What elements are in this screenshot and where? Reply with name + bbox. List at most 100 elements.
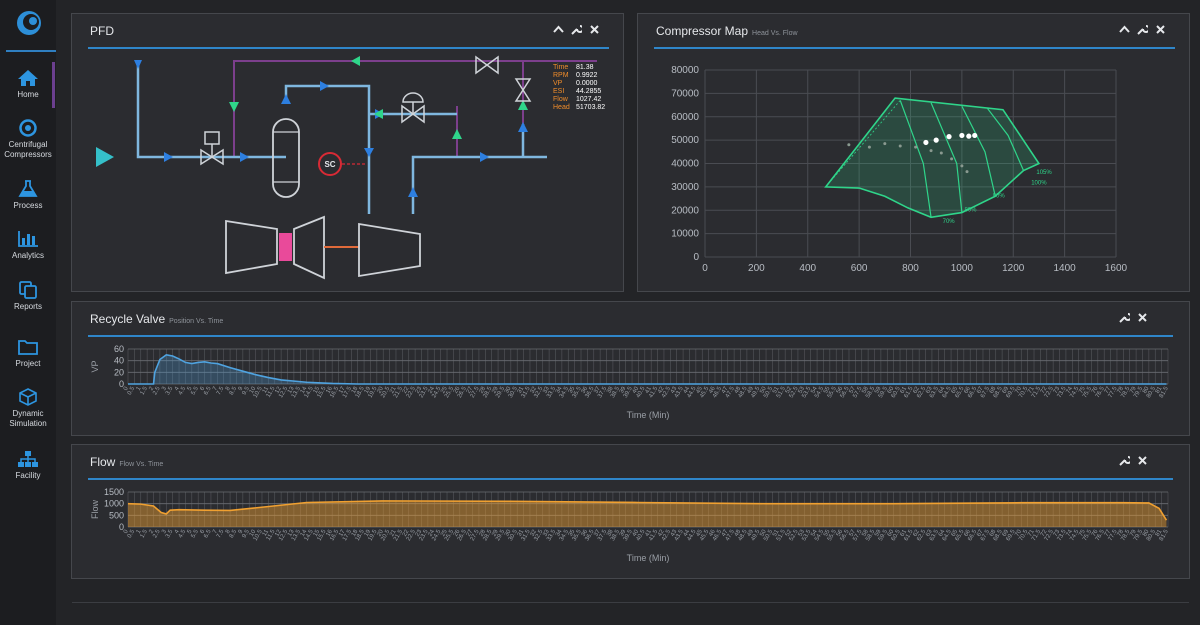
x-tick-label: 0 (702, 263, 708, 274)
x-tick-label: 400 (799, 263, 816, 274)
y-tick-label: 40000 (671, 159, 699, 170)
x-tick-label: 5.5 (191, 385, 201, 396)
readout-label: VP (553, 80, 563, 87)
recycle-arrow-icon (351, 56, 360, 66)
copy-icon (19, 281, 37, 299)
flow-panel: Flow Flow Vs. Time 0 500 1000 1500 0 0.5 1 1.5 2 2… (71, 444, 1190, 579)
inlet-valve-icon[interactable] (200, 131, 224, 166)
x-tick-label: 2.5 (152, 528, 162, 539)
speed-controller-label: SC (324, 160, 335, 169)
readout-label: ESI (553, 88, 564, 95)
y-tick-label: 10000 (671, 229, 699, 240)
flow-arrow-icon (281, 94, 291, 104)
x-tick-label: 0.5 (127, 528, 137, 539)
compressor-map-chart: 0 200 400 600 800 1000 1200 1400 1600 0 10000 20000… (671, 65, 1127, 274)
sidebar-item-project[interactable]: Project (0, 338, 56, 369)
x-tick-label: 7.5 (216, 528, 226, 539)
x-tick-label: 2.5 (152, 385, 162, 396)
y-tick-label: 500 (109, 510, 124, 520)
turbine-body[interactable] (225, 219, 278, 275)
trajectory-point (847, 143, 851, 147)
sidebar-item-reports[interactable]: Reports (0, 281, 56, 312)
sidebar-item-label: Project (15, 359, 41, 368)
sidebar-item-facility[interactable]: Facility (0, 450, 56, 481)
flow-arrow-icon (518, 122, 528, 132)
trajectory-point (960, 164, 964, 168)
sidebar: Home Centrifugal Compressors Process Ana… (0, 0, 56, 625)
sidebar-item-label: Home (17, 90, 39, 99)
readout-label: Time (553, 64, 568, 71)
trajectory-point (950, 157, 954, 161)
sidebar-item-label: Process (13, 201, 43, 210)
sidebar-divider (6, 50, 56, 52)
y-tick-label: 60000 (671, 112, 699, 123)
speed-line-label: 90% (993, 193, 1006, 199)
turbine-body[interactable] (293, 215, 325, 280)
readout-value: 81.38 (576, 64, 594, 71)
flow-arrow-icon (320, 81, 329, 91)
sidebar-item-home[interactable]: Home (0, 69, 56, 100)
sidebar-item-dynamic-simulation[interactable]: Dynamic Simulation (0, 388, 56, 429)
readout-label: Flow (553, 96, 569, 103)
readout-value: 0.9922 (576, 72, 598, 79)
readout-label: Head (553, 104, 570, 111)
flow-arrow-icon (480, 152, 489, 162)
flow-arrow-icon (364, 148, 374, 157)
trajectory-point (914, 145, 918, 149)
sidebar-item-analytics[interactable]: Analytics (0, 230, 56, 261)
series-line (128, 353, 1167, 385)
recycle-arrow-icon (452, 129, 462, 139)
target-icon (19, 119, 37, 137)
sidebar-item-centrifugal-compressors[interactable]: Centrifugal Compressors (0, 119, 56, 160)
x-tick-label: 3.5 (165, 528, 175, 539)
trajectory-point (965, 170, 969, 174)
y-tick-label: 1000 (104, 499, 124, 509)
compressor-map-panel: Compressor Map Head Vs. Flow 0 200 400 600 80… (637, 13, 1190, 292)
recycle-line (233, 60, 357, 157)
flow-arrow-icon (134, 60, 142, 69)
readout-value: 51703.82 (576, 104, 605, 111)
x-tick-label: 8.5 (229, 385, 239, 396)
speed-line-label: 100% (1031, 181, 1047, 187)
sidebar-item-process[interactable]: Process (0, 180, 56, 211)
hot-bypass-valve-icon[interactable] (475, 55, 499, 75)
app-logo[interactable] (16, 10, 42, 36)
x-tick-label: 1000 (951, 263, 974, 274)
readout-value: 44.2855 (576, 88, 601, 95)
operating-point (946, 134, 952, 140)
x-tick-label: 4.5 (178, 385, 188, 396)
trajectory-point (898, 144, 902, 148)
flask-icon (18, 180, 38, 197)
process-pipe (411, 155, 547, 214)
y-tick-label: 60 (114, 344, 124, 354)
pfd-panel: PFD SC Time 81.38 RPM 0.9922 VP 0.0000 E… (71, 13, 624, 292)
sidebar-item-label: Analytics (11, 251, 44, 260)
readout-label: RPM (553, 72, 569, 79)
sidebar-item-label: Reports (13, 302, 42, 311)
compressor-body[interactable] (358, 222, 421, 278)
readout-value: 1027.42 (576, 96, 601, 103)
readout-value: 0.0000 (576, 80, 598, 87)
x-tick-label: 1.5 (140, 385, 150, 396)
recycle-arrow-icon (229, 102, 239, 112)
y-axis-label: Flow (90, 500, 100, 520)
footer-divider (72, 602, 1189, 603)
operating-point (959, 132, 965, 139)
trajectory-point (929, 149, 933, 153)
speed-line-label: 70% (943, 219, 956, 225)
y-tick-label: 0 (693, 252, 699, 263)
speed-line-label: 80% (964, 207, 977, 213)
sidebar-item-label: Facility (15, 471, 41, 480)
trajectory-point (867, 145, 871, 149)
y-axis-label: VP (90, 360, 100, 372)
y-tick-label: 20000 (671, 205, 699, 216)
flow-arrow-icon (408, 187, 418, 197)
recycle-valve-icon[interactable] (401, 92, 425, 124)
y-tick-label: 1500 (104, 487, 124, 497)
x-tick-label: 4.5 (178, 528, 188, 539)
x-tick-label: 1400 (1054, 263, 1077, 274)
operating-envelope (824, 97, 1041, 219)
x-tick-label: 200 (748, 263, 765, 274)
operating-point (933, 137, 939, 143)
recycle-valve-chart: 020406000.5 11.5 22.5 33.5 44.5 55.5 66.5 77.5 8… (90, 344, 1170, 420)
